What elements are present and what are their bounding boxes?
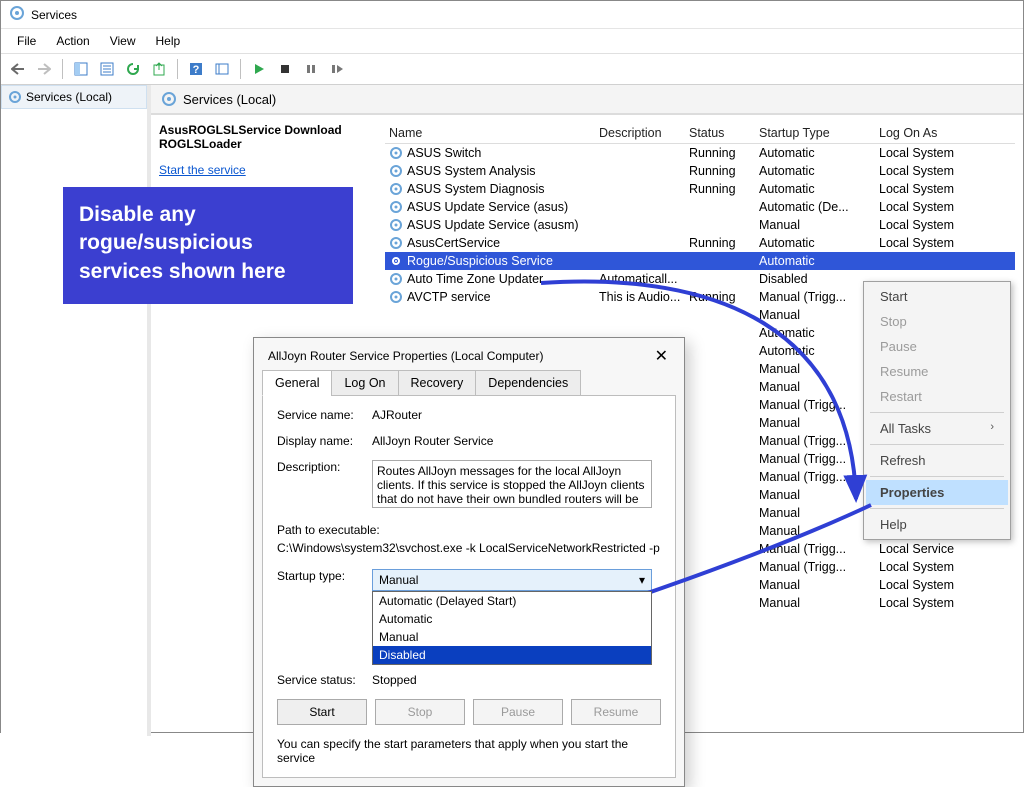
selected-service-title: AsusROGLSLService Download ROGLSLoader	[159, 123, 369, 151]
dlg-pause-button[interactable]: Pause	[473, 699, 563, 725]
ctx-pause[interactable]: Pause	[866, 334, 1008, 359]
refresh-button[interactable]	[122, 58, 144, 80]
tab-general[interactable]: General	[262, 370, 332, 396]
service-status-label: Service status:	[277, 673, 372, 687]
toolbar: ?	[1, 54, 1023, 85]
ctx-refresh[interactable]: Refresh	[866, 448, 1008, 473]
list-item[interactable]: ASUS Update Service (asusm)ManualLocal S…	[385, 216, 1015, 234]
col-startup[interactable]: Startup Type	[755, 123, 875, 143]
path-label: Path to executable:	[277, 523, 661, 537]
start-service-link[interactable]: Start the service	[159, 163, 246, 177]
svg-text:?: ?	[193, 64, 200, 76]
service-name-value: AJRouter	[372, 408, 661, 422]
start-service-button[interactable]	[248, 58, 270, 80]
startup-opt-manual[interactable]: Manual	[373, 628, 651, 646]
close-icon[interactable]: ✕	[649, 346, 674, 366]
window-title: Services	[31, 8, 77, 22]
show-hide-tree-button[interactable]	[70, 58, 92, 80]
display-name-value: AllJoyn Router Service	[372, 434, 661, 448]
dlg-start-button[interactable]: Start	[277, 699, 367, 725]
tree-node-label: Services (Local)	[26, 90, 112, 104]
dlg-resume-button[interactable]: Resume	[571, 699, 661, 725]
tab-dependencies[interactable]: Dependencies	[475, 370, 581, 396]
restart-service-button[interactable]	[326, 58, 348, 80]
ctx-stop[interactable]: Stop	[866, 309, 1008, 334]
list-item[interactable]: ASUS SwitchRunningAutomaticLocal System	[385, 144, 1015, 162]
col-description[interactable]: Description	[595, 123, 685, 143]
list-item[interactable]: AsusCertServiceRunningAutomaticLocal Sys…	[385, 234, 1015, 252]
services-icon	[9, 5, 25, 24]
ctx-start[interactable]: Start	[866, 284, 1008, 309]
col-logon[interactable]: Log On As	[875, 123, 985, 143]
stop-service-button[interactable]	[274, 58, 296, 80]
context-menu: Start Stop Pause Resume Restart All Task…	[863, 281, 1011, 540]
forward-button[interactable]	[33, 58, 55, 80]
chevron-down-icon: ▾	[639, 573, 645, 587]
service-name-label: Service name:	[277, 408, 372, 422]
menu-help[interactable]: Help	[146, 31, 191, 51]
list-item[interactable]: ASUS System AnalysisRunningAutomaticLoca…	[385, 162, 1015, 180]
path-value: C:\Windows\system32\svchost.exe -k Local…	[277, 541, 661, 555]
display-name-label: Display name:	[277, 434, 372, 448]
title-bar: Services	[1, 1, 1023, 29]
col-name[interactable]: Name	[385, 123, 595, 143]
description-label: Description:	[277, 460, 372, 511]
startup-type-combo[interactable]: Manual▾ Automatic (Delayed Start) Automa…	[372, 569, 652, 591]
col-status[interactable]: Status	[685, 123, 755, 143]
export-button[interactable]	[148, 58, 170, 80]
list-item[interactable]: ASUS Update Service (asus)Automatic (De.…	[385, 198, 1015, 216]
menu-bar: File Action View Help	[1, 29, 1023, 54]
right-pane-title: Services (Local)	[183, 92, 276, 107]
startup-type-label: Startup type:	[277, 569, 372, 591]
tab-logon[interactable]: Log On	[331, 370, 398, 396]
tab-recovery[interactable]: Recovery	[398, 370, 477, 396]
dialog-title: AllJoyn Router Service Properties (Local…	[268, 349, 543, 363]
right-pane-header: Services (Local)	[151, 85, 1023, 115]
ctx-resume[interactable]: Resume	[866, 359, 1008, 384]
startup-opt-automatic[interactable]: Automatic	[373, 610, 651, 628]
back-button[interactable]	[7, 58, 29, 80]
ctx-help[interactable]: Help	[866, 512, 1008, 537]
ctx-restart[interactable]: Restart	[866, 384, 1008, 409]
startup-opt-delayed[interactable]: Automatic (Delayed Start)	[373, 592, 651, 610]
dlg-stop-button[interactable]: Stop	[375, 699, 465, 725]
list-item[interactable]: ASUS System DiagnosisRunningAutomaticLoc…	[385, 180, 1015, 198]
startup-opt-disabled[interactable]: Disabled	[373, 646, 651, 664]
service-status-value: Stopped	[372, 673, 661, 687]
list-item[interactable]: Rogue/Suspicious ServiceAutomatic	[385, 252, 1015, 270]
pause-service-button[interactable]	[300, 58, 322, 80]
list-header: Name Description Status Startup Type Log…	[385, 123, 1015, 144]
action-button[interactable]	[211, 58, 233, 80]
properties-dialog: AllJoyn Router Service Properties (Local…	[253, 337, 685, 787]
ctx-all-tasks[interactable]: All Tasks	[866, 416, 1008, 441]
help-button[interactable]: ?	[185, 58, 207, 80]
tree-pane: Services (Local)	[1, 85, 151, 736]
properties-button[interactable]	[96, 58, 118, 80]
menu-file[interactable]: File	[7, 31, 46, 51]
menu-view[interactable]: View	[100, 31, 146, 51]
menu-action[interactable]: Action	[46, 31, 99, 51]
dialog-hint: You can specify the start parameters tha…	[277, 737, 661, 765]
ctx-properties[interactable]: Properties	[866, 480, 1008, 505]
tree-node-services-local[interactable]: Services (Local)	[1, 85, 147, 109]
annotation-callout: Disable any rogue/suspicious services sh…	[63, 187, 353, 304]
description-textarea[interactable]	[372, 460, 652, 508]
